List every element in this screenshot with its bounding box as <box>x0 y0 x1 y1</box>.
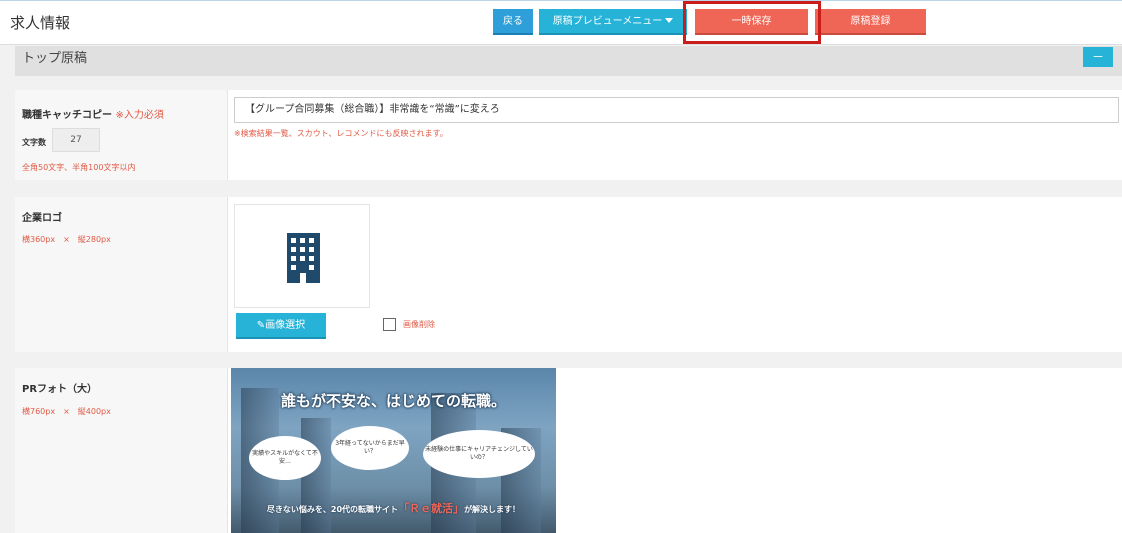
register-button[interactable]: 原稿登録 <box>815 9 926 35</box>
catch-copy-label-text: 職種キャッチコピー <box>22 110 112 121</box>
pencil-icon: ✎ <box>256 320 266 331</box>
caret-down-icon <box>665 18 674 23</box>
building-icon <box>287 233 320 283</box>
required-mark: ※入力必須 <box>115 110 164 121</box>
speech-bubble: 実績やスキルがなくて不安… <box>249 436 321 480</box>
catch-copy-label: 職種キャッチコピー ※入力必須 <box>22 106 164 121</box>
pr-photo-label: PRフォト（大） <box>22 384 98 395</box>
image-delete-label: 画像削除 <box>403 320 435 329</box>
collapse-button[interactable]: － <box>1083 47 1113 67</box>
pr-photo-label-cell: PRフォト（大） 横760px × 縦400px <box>15 368 228 533</box>
pr-photo-row: PRフォト（大） 横760px × 縦400px 誰もが不安な、はじめての転職。… <box>15 368 1122 533</box>
catch-copy-input[interactable]: 【グループ合同募集（総合職）】非常識を“常識”に変えろ <box>234 97 1119 123</box>
preview-menu-label: 原稿プレビューメニュー <box>552 16 663 27</box>
section-title: トップ原稿 <box>22 51 88 66</box>
image-select-button[interactable]: ✎画像選択 <box>236 313 326 339</box>
page-title: 求人情報 <box>10 14 71 32</box>
logo-preview <box>234 204 370 308</box>
catch-copy-help: ※検索結果一覧、スカウト、レコメンドにも反映されます。 <box>234 129 448 138</box>
company-logo-size-note: 横360px × 縦280px <box>22 235 111 244</box>
speech-bubble: 未経験の仕事にキャリアチェンジしていいの？ <box>423 430 535 478</box>
pr-photo-image: 誰もが不安な、はじめての転職。 実績やスキルがなくて不安… 3年経ってないからま… <box>231 368 556 533</box>
preview-menu-button[interactable]: 原稿プレビューメニュー <box>539 9 687 35</box>
pr-bottom-pre: 尽きない悩みを、20代の転職サイト <box>266 505 399 514</box>
speech-bubble: 3年経ってないからまだ早い？ <box>331 426 409 470</box>
back-button[interactable]: 戻る <box>493 9 533 35</box>
pr-bottom-post: が解決します！ <box>464 505 521 514</box>
char-count-box: 27 <box>52 128 100 152</box>
company-logo-row: 企業ロゴ 横360px × 縦280px ✎画像選択 画像削除 <box>15 197 1122 352</box>
top-toolbar: 求人情報 戻る 原稿プレビューメニュー 一時保存 原稿登録 <box>0 0 1122 45</box>
image-delete-checkbox[interactable] <box>383 318 396 331</box>
char-limit-note: 全角50文字、半角100文字以内 <box>22 163 136 172</box>
pr-brand: 「Ｒｅ就活」 <box>398 502 465 515</box>
char-count-label: 文字数 <box>22 138 46 147</box>
image-select-label: 画像選択 <box>265 320 306 331</box>
pr-headline: 誰もが不安な、はじめての転職。 <box>280 392 506 410</box>
pr-photo-size-note: 横760px × 縦400px <box>22 407 111 416</box>
catch-copy-label-cell: 職種キャッチコピー ※入力必須 文字数 27 全角50文字、半角100文字以内 <box>15 90 228 180</box>
pr-bottom-text: 尽きない悩みを、20代の転職サイト「Ｒｅ就活」が解決します！ <box>231 500 556 516</box>
section-header: トップ原稿 <box>15 46 1122 76</box>
catch-copy-row: 職種キャッチコピー ※入力必須 文字数 27 全角50文字、半角100文字以内 … <box>15 90 1122 180</box>
company-logo-label-cell: 企業ロゴ 横360px × 縦280px <box>15 197 228 352</box>
job-info-page: 求人情報 戻る 原稿プレビューメニュー 一時保存 原稿登録 トップ原稿 － 職種… <box>0 0 1122 533</box>
highlight-box <box>683 1 821 44</box>
company-logo-label: 企業ロゴ <box>22 213 62 224</box>
